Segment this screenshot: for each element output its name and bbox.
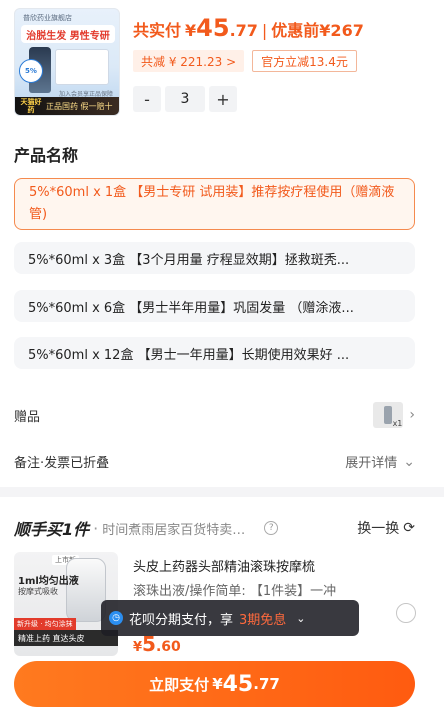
total-saved-chip[interactable]: 共减 ¥ 221.23 > [133, 50, 245, 72]
chevron-down-icon: ⌄ [403, 453, 415, 470]
pay-now-button[interactable]: 立即支付 ¥ 45 .77 [14, 661, 415, 707]
total-price: 共实付 ¥ 45 .77 | 优惠前¥267 [133, 14, 364, 42]
help-icon[interactable]: ? [264, 521, 279, 535]
gift-preview: x1 › [373, 402, 415, 428]
price-label: 共实付 [133, 21, 182, 40]
pay-decimal: .77 [253, 675, 280, 693]
toast-text: 花呗分期支付，享 [129, 612, 234, 628]
gift-label: 赠品 [14, 409, 41, 425]
pay-currency: ¥ [212, 675, 223, 693]
combo-price-decimal: .60 [155, 639, 181, 655]
quantity-stepper: - 3 + [133, 86, 237, 112]
combo-image-line2: 按摩式吸收 [18, 587, 58, 596]
combo-title[interactable]: 头皮上药器头部精油滚珠按摩梳 [133, 556, 315, 575]
combo-store[interactable]: 时间煮雨居家百货特卖批... [102, 519, 252, 538]
gift-row[interactable]: 赠品 x1 › [14, 402, 415, 428]
box-graphic [55, 49, 109, 85]
quantity-value[interactable]: 3 [165, 86, 205, 112]
quantity-minus-button[interactable]: - [133, 86, 161, 112]
spec-option-label: 5%*60ml x 3盒 【3个月用量 疗程显效期】拯救斑秃... [28, 252, 350, 268]
spec-option-label: 5%*60ml x 12盒 【男士一年用量】长期使用效果好 ... [28, 347, 350, 363]
spec-option[interactable]: 5%*60ml x 6盒 【男士半年用量】巩固发量 （赠涂液... [14, 290, 415, 322]
product-image[interactable]: 普欣药业旗舰店 治脱生发 男性专研 5% 加入会员享正品保障 天猫好药 正品国药… [14, 8, 120, 116]
price-separator: | [261, 21, 268, 40]
spec-option-label: 5%*60ml x 6盒 【男士半年用量】巩固发量 （赠涂液... [28, 300, 354, 316]
pay-label: 立即支付 [149, 675, 210, 694]
spec-section-title: 产品名称 [14, 146, 79, 165]
spec-option[interactable]: 5%*60ml x 3盒 【3个月用量 疗程显效期】拯救斑秃... [14, 242, 415, 274]
spec-option-label: 5%*60ml x 1盒 【男士专研 试用装】推荐按疗程使用（赠滴液管) [29, 185, 395, 222]
price-currency: ¥ [185, 21, 197, 40]
combo-image-red-tag: 新升级 · 均匀涂抹 [14, 618, 76, 630]
gift-thumbnail: x1 [373, 402, 404, 428]
huabei-icon: ◷ [109, 611, 123, 625]
price-decimal: .77 [229, 21, 258, 40]
section-divider [0, 487, 444, 497]
percent-badge: 5% [19, 59, 43, 83]
combo-price-currency: ¥ [133, 640, 143, 655]
swap-label: 换一换 [357, 521, 400, 537]
store-name: 普欣药业旗舰店 [23, 14, 72, 22]
toast-highlight: 3期免息 [239, 612, 287, 628]
spec-option-selected[interactable]: 5%*60ml x 1盒 【男士专研 试用装】推荐按疗程使用（赠滴液管) [14, 178, 415, 230]
applicator-bottle-graphic [66, 558, 106, 622]
spec-option[interactable]: 5%*60ml x 12盒 【男士一年用量】长期使用效果好 ... [14, 337, 415, 369]
combo-select-radio[interactable] [396, 603, 416, 623]
tmall-cat-icon: 天猫好药 [20, 98, 42, 114]
refresh-icon: ⟳ [403, 520, 415, 536]
quantity-plus-button[interactable]: + [209, 86, 237, 112]
combo-desc: 滚珠出液/操作简单: 【1件装】一冲 [133, 584, 337, 599]
chevron-down-icon: ⌄ [296, 611, 306, 625]
combo-brand: 顺手买1件 [14, 520, 90, 539]
chevron-right-icon: › [409, 407, 415, 423]
pay-integer: 45 [222, 671, 254, 697]
swap-button[interactable]: 换一换 ⟳ [357, 518, 415, 538]
discount-chips: 共减 ¥ 221.23 > 官方立减13.4元 [133, 50, 357, 72]
guarantee-text: 正品国药 假一赔十 [46, 101, 113, 111]
gift-count: x1 [392, 419, 403, 428]
combo-header: 顺手买1件 · 时间煮雨居家百货特卖批... ? 换一换 ⟳ [14, 516, 415, 540]
combo-image-line1: 1ml均匀出液 [18, 576, 79, 587]
product-image-headline: 治脱生发 男性专研 [21, 25, 115, 43]
expand-details-button[interactable]: 展开详情 ⌄ [345, 452, 415, 472]
expand-details-label: 展开详情 [345, 456, 398, 471]
tmall-badge: 天猫好药 正品国药 假一赔十 [15, 97, 119, 115]
huabei-toast[interactable]: ◷ 花呗分期支付，享 3期免息 ⌄ [101, 600, 359, 636]
price-integer: 45 [196, 14, 230, 42]
invoice-row[interactable]: 备注·发票已折叠 展开详情 ⌄ [14, 452, 415, 472]
original-price: 优惠前¥267 [271, 21, 364, 40]
official-discount-chip: 官方立减13.4元 [252, 50, 357, 72]
combo-dot: · [93, 518, 99, 538]
invoice-label: 备注·发票已折叠 [14, 456, 110, 471]
tube-icon [384, 406, 393, 424]
